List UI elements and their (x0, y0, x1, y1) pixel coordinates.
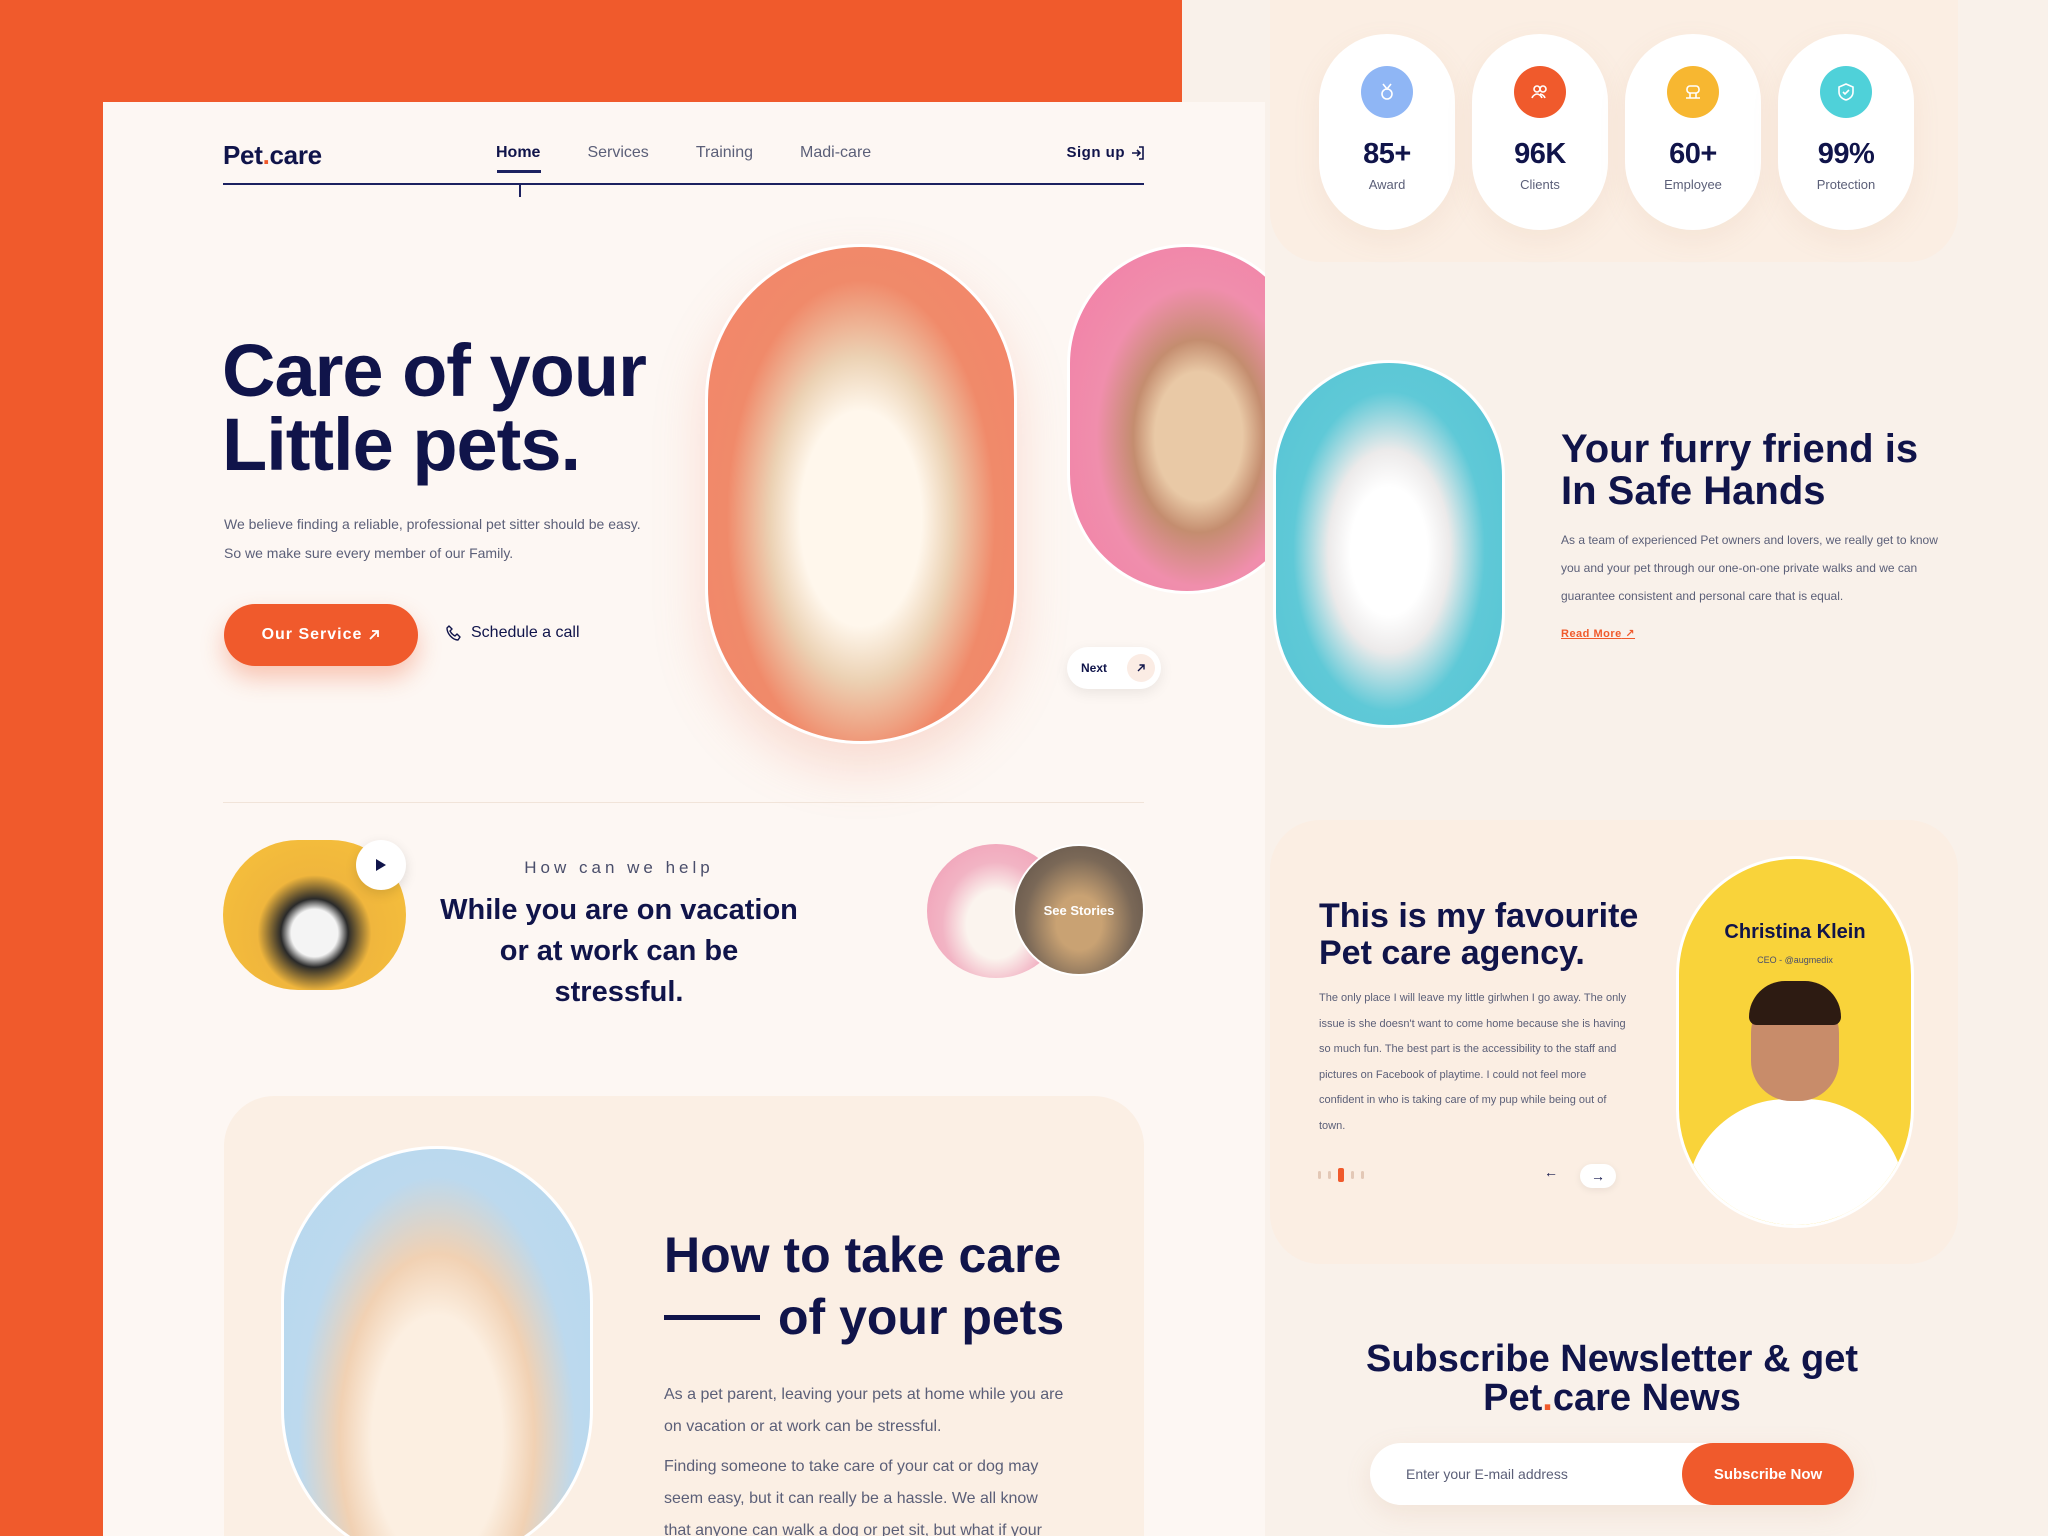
nav-active-underline (497, 170, 541, 173)
pagination-dot[interactable] (1328, 1171, 1331, 1179)
our-service-button[interactable]: Our Service (224, 604, 418, 666)
hero-title-line1: Care of your (222, 329, 647, 412)
landing-page: Pet.care Home Services Training Madi-car… (103, 102, 1265, 1536)
section-divider (223, 802, 1144, 803)
care-title-line2-wrap: of your pets (664, 1286, 1104, 1348)
hero-cat-image (705, 244, 1017, 744)
nav-item-training[interactable]: Training (696, 144, 753, 162)
pagination-dot-active[interactable] (1338, 1168, 1344, 1182)
stat-award: 85+ Award (1319, 34, 1455, 230)
care-text: As a pet parent, leaving your pets at ho… (664, 1379, 1064, 1536)
care-title-line2: of your pets (778, 1289, 1065, 1345)
employee-icon (1667, 66, 1719, 118)
testimonial-pagination (1318, 1168, 1364, 1182)
schedule-call-button[interactable]: Schedule a call (445, 624, 580, 642)
medal-icon (1361, 66, 1413, 118)
logo-dot: . (262, 140, 270, 170)
furry-title: Your furry friend is In Safe Hands (1561, 427, 1919, 513)
playing-cat-image (1067, 244, 1265, 594)
help-label: How can we help (524, 858, 714, 877)
pagination-dot[interactable] (1361, 1171, 1364, 1179)
poodle-dog-image (1273, 360, 1505, 728)
next-label: Next (1081, 661, 1108, 675)
see-stories-label: See Stories (1043, 902, 1115, 918)
newsletter-brand-dot: . (1542, 1377, 1553, 1419)
stat-label: Protection (1816, 177, 1876, 192)
play-icon (375, 858, 387, 872)
see-stories-button[interactable]: See Stories (1013, 844, 1145, 976)
next-slide-button[interactable]: Next (1067, 647, 1161, 689)
hero-title: Care of your Little pets. (222, 334, 722, 482)
our-service-label: Our Service (261, 626, 363, 643)
nav-item-services[interactable]: Services (587, 144, 648, 162)
author-photo-body (1687, 1099, 1905, 1225)
hero-description: We believe finding a reliable, professio… (224, 516, 641, 561)
furry-description: As a team of experienced Pet owners and … (1561, 533, 1938, 603)
sign-in-icon (1131, 145, 1145, 160)
newsletter-brand-right: care News (1552, 1377, 1741, 1419)
logo-right: care (269, 140, 323, 170)
testimonial-title: This is my favourite Pet care agency. (1319, 897, 1639, 972)
signup-button[interactable]: Sign up (1067, 144, 1146, 161)
phone-icon (445, 624, 463, 642)
logo[interactable]: Pet.care (223, 140, 322, 171)
read-more-label: Read More (1561, 628, 1622, 640)
read-more-link[interactable]: Read More ↗ (1561, 627, 1635, 640)
author-name: Christina Klein (1724, 921, 1866, 943)
care-paragraph-2: Finding someone to take care of your cat… (664, 1458, 1042, 1536)
testimonial-prev-button[interactable]: ← (1536, 1164, 1566, 1186)
testimonial-author-card: Christina Klein CEO - @augmedix (1676, 856, 1914, 1228)
title-dash (664, 1314, 760, 1320)
newsletter-title: Subscribe Newsletter & get Pet.care News (1344, 1340, 1880, 1418)
author-photo-hair (1749, 981, 1841, 1025)
stat-employee: 60+ Employee (1625, 34, 1761, 230)
nav-item-home[interactable]: Home (496, 144, 540, 162)
nav-item-madi-care[interactable]: Madi-care (800, 144, 871, 162)
care-title-line1: How to take care (664, 1227, 1062, 1283)
stat-label: Employee (1664, 177, 1722, 192)
newsletter-form: Subscribe Now (1370, 1443, 1854, 1505)
author-role: CEO - @augmedix (1757, 955, 1833, 965)
signup-label: Sign up (1066, 144, 1125, 161)
logo-left: Pet (223, 140, 263, 170)
arrow-up-right-icon (1127, 654, 1155, 682)
stat-protection: 99% Protection (1778, 34, 1914, 230)
nav-divider (223, 183, 1144, 185)
nav-divider-tick (519, 183, 521, 197)
stat-label: Clients (1520, 177, 1560, 192)
subscribe-button[interactable]: Subscribe Now (1682, 1443, 1854, 1505)
stat-clients: 96K Clients (1472, 34, 1608, 230)
testimonial-next-button[interactable]: → (1580, 1164, 1616, 1188)
users-icon (1514, 66, 1566, 118)
help-title: While you are on vacation or at work can… (440, 894, 798, 1008)
stats-panel: 85+ Award 96K Clients 60+ Employee 99% P… (1270, 0, 1958, 262)
stat-value: 99% (1817, 138, 1875, 170)
email-input[interactable] (1406, 1443, 1666, 1505)
testimonial-text: The only place I will leave my little gi… (1319, 992, 1627, 1132)
stat-value: 96K (1514, 138, 1566, 170)
arrow-up-right-icon (368, 629, 380, 641)
play-button[interactable] (356, 840, 406, 890)
stat-label: Award (1368, 177, 1406, 192)
stat-value: 85+ (1363, 138, 1411, 170)
care-title: How to take care of your pets (664, 1224, 1104, 1348)
hero-title-line2: Little pets. (222, 403, 581, 486)
white-cat-image (281, 1146, 593, 1536)
schedule-call-label: Schedule a call (471, 624, 580, 641)
shield-icon (1820, 66, 1872, 118)
newsletter-brand-left: Pet (1483, 1377, 1543, 1419)
pagination-dot[interactable] (1351, 1171, 1354, 1179)
pagination-dot[interactable] (1318, 1171, 1321, 1179)
newsletter-title-line1: Subscribe Newsletter & get (1365, 1338, 1859, 1380)
stat-value: 60+ (1669, 138, 1717, 170)
main-nav: Home Services Training Madi-care (496, 144, 871, 162)
care-paragraph-1: As a pet parent, leaving your pets at ho… (664, 1386, 1064, 1435)
